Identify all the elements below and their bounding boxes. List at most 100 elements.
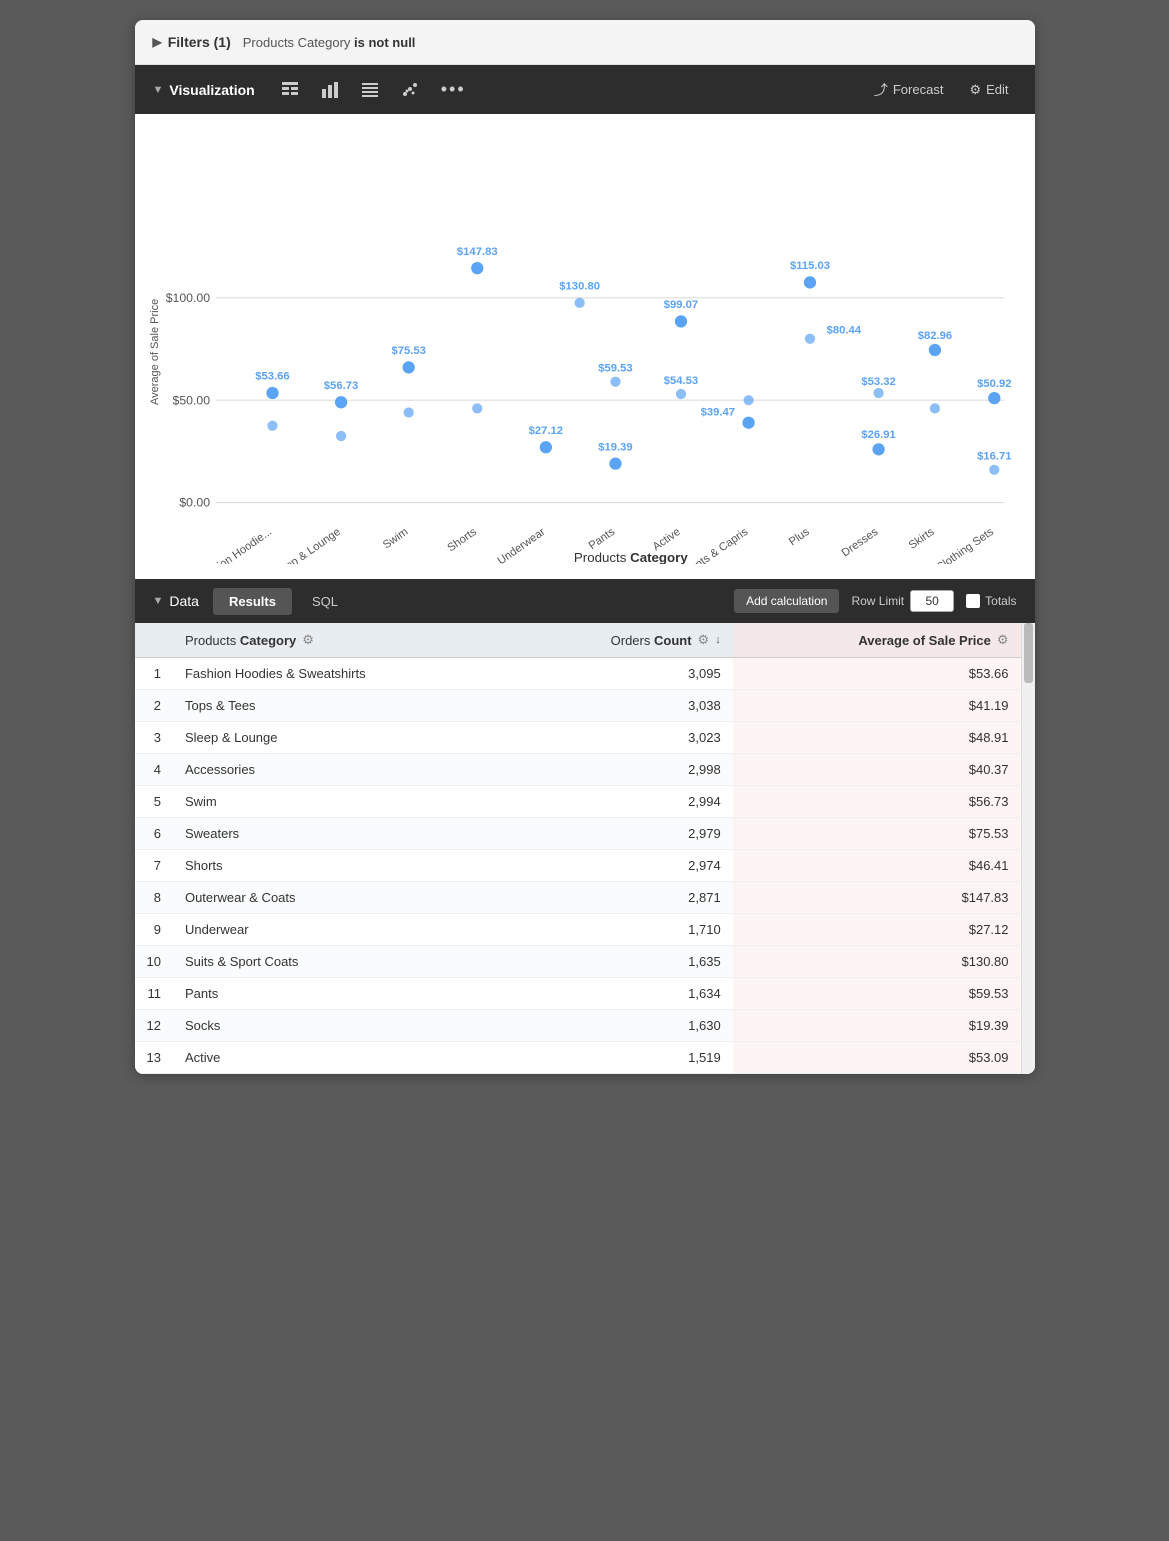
row-number: 3 [135,722,173,754]
bar-chart-icon [321,81,339,99]
orders-cell: 1,630 [511,1010,733,1042]
forecast-button[interactable]: ⤴ Forecast [866,76,952,104]
table-row: 3 Sleep & Lounge 3,023 $48.91 [135,722,1021,754]
orders-cell: 3,038 [511,690,733,722]
bar-chart-button[interactable] [315,77,345,103]
edit-button[interactable]: ⚙ Edit [961,78,1016,102]
row-number: 8 [135,882,173,914]
svg-text:$115.03: $115.03 [789,260,829,272]
table-scrollbar[interactable] [1021,623,1035,1074]
category-cell: Active [173,1042,511,1074]
row-number: 2 [135,690,173,722]
svg-text:$53.66: $53.66 [255,371,289,383]
svg-text:$147.83: $147.83 [456,246,497,258]
avg-price-cell: $56.73 [733,786,1021,818]
scrollbar-thumb[interactable] [1024,623,1033,683]
svg-text:Swim: Swim [380,526,409,552]
main-container: ▶ Filters (1) Products Category is not n… [135,20,1035,1074]
svg-text:Sleep & Lounge: Sleep & Lounge [270,526,342,564]
row-number: 13 [135,1042,173,1074]
scatter-icon [401,81,419,99]
y-axis-label: Average of Sale Price [145,134,165,569]
avg-price-cell: $27.12 [733,914,1021,946]
category-col-header[interactable]: Products Category ⚙ [173,623,511,658]
svg-text:$59.53: $59.53 [598,363,632,375]
chart-inner: $0.00 $50.00 $100.00 $53.66 $56.73 $75.5… [165,134,1025,569]
avg-price-cell: $19.39 [733,1010,1021,1042]
orders-cell: 2,998 [511,754,733,786]
avg-price-cell: $59.53 [733,978,1021,1010]
row-limit-input[interactable] [910,590,954,612]
add-calculation-button[interactable]: Add calculation [734,589,839,613]
orders-cell: 1,635 [511,946,733,978]
svg-text:Shorts: Shorts [445,526,479,555]
svg-text:$130.80: $130.80 [559,281,600,293]
orders-sort-icon[interactable]: ↓ [715,634,721,646]
list-icon [361,81,379,99]
totals-checkbox[interactable] [966,594,980,608]
svg-text:$19.39: $19.39 [598,441,632,453]
sql-tab[interactable]: SQL [296,588,354,615]
avg-price-col-header[interactable]: Average of Sale Price ⚙ [733,623,1021,658]
avg-price-cell: $40.37 [733,754,1021,786]
avg-price-col-settings-icon[interactable]: ⚙ [997,632,1009,648]
avg-price-cell: $48.91 [733,722,1021,754]
ellipsis-icon: ••• [441,79,466,100]
avg-price-header-label: Average of Sale Price [858,633,990,648]
svg-text:Skirts: Skirts [906,526,936,552]
orders-cell: 3,095 [511,658,733,690]
category-cell: Shorts [173,850,511,882]
avg-price-cell: $147.83 [733,882,1021,914]
svg-text:$56.73: $56.73 [323,380,357,392]
table-row: 12 Socks 1,630 $19.39 [135,1010,1021,1042]
data-arrow-icon: ▼ [153,595,164,607]
row-number: 12 [135,1010,173,1042]
filter-condition: Products Category is not null [243,35,416,50]
viz-arrow-icon: ▼ [153,84,164,96]
svg-text:$0.00: $0.00 [179,496,210,510]
list-view-button[interactable] [355,77,385,103]
table-row: 5 Swim 2,994 $56.73 [135,786,1021,818]
table-view-button[interactable] [275,77,305,103]
svg-text:$53.32: $53.32 [861,376,895,388]
svg-text:Pants: Pants [586,526,617,553]
category-cell: Sleep & Lounge [173,722,511,754]
category-cell: Accessories [173,754,511,786]
category-col-settings-icon[interactable]: ⚙ [302,632,314,648]
svg-text:Products Category: Products Category [573,550,687,564]
filter-label: Filters (1) [168,34,231,50]
results-tab[interactable]: Results [213,588,292,615]
row-number: 4 [135,754,173,786]
edit-label: Edit [986,82,1008,97]
orders-cell: 2,994 [511,786,733,818]
row-limit-label: Row Limit [851,594,904,608]
avg-price-cell: $53.09 [733,1042,1021,1074]
svg-text:$100.00: $100.00 [165,291,210,305]
svg-text:$54.53: $54.53 [663,375,697,387]
data-table-section: Products Category ⚙ Orders Count ⚙ ↓ [135,623,1035,1074]
table-row: 7 Shorts 2,974 $46.41 [135,850,1021,882]
orders-cell: 1,710 [511,914,733,946]
orders-col-settings-icon[interactable]: ⚙ [698,632,710,648]
viz-title-label: Visualization [169,82,254,98]
svg-text:Dresses: Dresses [839,526,880,560]
scatter-plot-button[interactable] [395,77,425,103]
row-number: 6 [135,818,173,850]
row-number: 1 [135,658,173,690]
orders-col-header[interactable]: Orders Count ⚙ ↓ [511,623,733,658]
svg-text:$50.00: $50.00 [172,393,210,407]
more-options-button[interactable]: ••• [435,75,472,104]
category-cell: Outerwear & Coats [173,882,511,914]
category-cell: Fashion Hoodies & Sweatshirts [173,658,511,690]
orders-cell: 3,023 [511,722,733,754]
edit-sliders-icon: ⚙ [969,82,981,98]
table-row: 9 Underwear 1,710 $27.12 [135,914,1021,946]
data-table-wrap: Products Category ⚙ Orders Count ⚙ ↓ [135,623,1021,1074]
chart-area: Average of Sale Price $0.00 $50.00 $100.… [135,114,1035,579]
table-row: 10 Suits & Sport Coats 1,635 $130.80 [135,946,1021,978]
table-row: 6 Sweaters 2,979 $75.53 [135,818,1021,850]
orders-cell: 2,871 [511,882,733,914]
row-number: 7 [135,850,173,882]
totals-label: Totals [985,594,1016,608]
filter-toggle[interactable]: ▶ Filters (1) [153,34,231,50]
